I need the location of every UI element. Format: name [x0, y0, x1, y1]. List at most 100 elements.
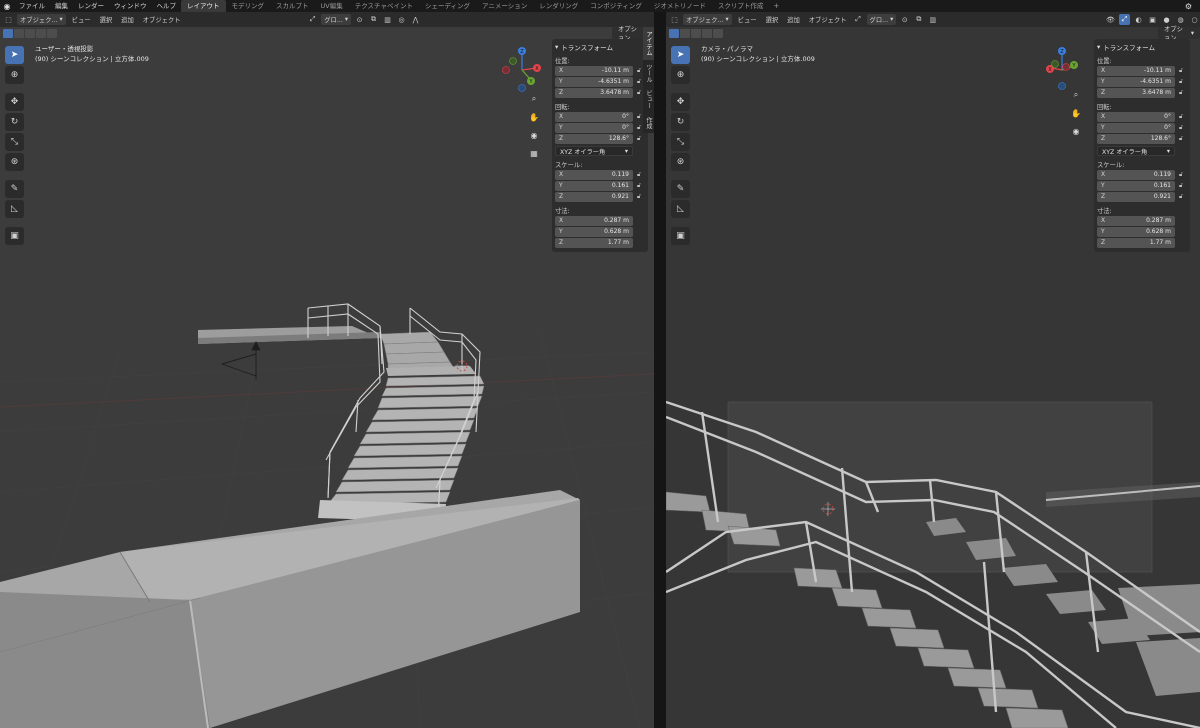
rotate-icon[interactable]: ↻ — [5, 113, 24, 131]
location-y-field[interactable]: Y -4.6351 m — [555, 76, 633, 87]
select-mode-invert-icon[interactable] — [36, 28, 46, 38]
falloff-icon[interactable]: ⋀ — [410, 14, 421, 25]
editor-type-icon[interactable]: ⬚ — [3, 14, 14, 25]
snap-icon[interactable]: ⧉ — [368, 14, 379, 25]
menu-select[interactable]: 選択 — [763, 15, 782, 24]
navigation-gizmo[interactable]: Z X Y — [498, 44, 546, 92]
navigation-gizmo[interactable]: Z Y X — [1038, 44, 1086, 92]
tab-modeling[interactable]: モデリング — [226, 0, 271, 12]
lock-icon[interactable]: 🔓︎ — [633, 135, 645, 143]
menu-edit[interactable]: 編集 — [50, 0, 73, 12]
select-mode-subtract-icon[interactable] — [691, 28, 701, 38]
tab-compositing[interactable]: コンポジティング — [584, 0, 648, 12]
menu-window[interactable]: ウィンドウ — [109, 0, 152, 12]
tab-layout[interactable]: レイアウト — [181, 0, 226, 12]
rotation-z-field[interactable]: Z 128.6° — [555, 133, 633, 144]
add-workspace-button[interactable]: + — [769, 2, 783, 10]
dimensions-y-field[interactable]: Y 0.628 m — [1097, 226, 1175, 237]
select-mode-extend-icon[interactable] — [680, 28, 690, 38]
viewport-right[interactable]: ⬚ オブジェク... ▾ ビュー 選択 追加 オブジェクト ⤢ グロ... ▾ … — [666, 12, 1200, 728]
transform-panel-header[interactable]: ▾ トランスフォーム — [555, 41, 645, 52]
scale-z-field[interactable]: Z 0.921 — [555, 191, 633, 202]
dimensions-z-field[interactable]: Z 1.77 m — [555, 237, 633, 248]
gizmo-toggle-icon[interactable]: ⤢ — [1119, 14, 1130, 25]
lock-icon[interactable]: 🔓︎ — [1175, 135, 1187, 143]
lock-icon[interactable]: 🔓︎ — [1175, 171, 1187, 179]
zoom-icon[interactable]: ⌕ — [1069, 88, 1083, 102]
rotate-icon[interactable]: ↻ — [671, 113, 690, 131]
add-cube-icon[interactable]: ▣ — [5, 227, 24, 245]
shading-rendered-icon[interactable]: ○ — [1189, 14, 1200, 25]
scale-y-field[interactable]: Y 0.161 — [555, 180, 633, 191]
menu-add[interactable]: 追加 — [784, 15, 803, 24]
lock-icon[interactable]: 🔓︎ — [1175, 113, 1187, 121]
menu-view[interactable]: ビュー — [735, 15, 760, 24]
pivot-icon[interactable]: ⊙ — [354, 14, 365, 25]
sidebar-tab-item[interactable]: アイテム — [643, 27, 654, 60]
blender-logo-icon[interactable]: ◉ — [0, 0, 14, 12]
lock-icon[interactable]: 🔓︎ — [633, 171, 645, 179]
transform-orientation-icon[interactable]: ⤢ — [307, 14, 318, 25]
proportional-edit-icon[interactable]: ◎ — [396, 14, 407, 25]
rotation-mode-dropdown[interactable]: XYZ オイラー角 ▾ — [1097, 146, 1175, 156]
mode-dropdown[interactable]: オブジェク... ▾ — [683, 14, 732, 25]
add-cube-icon[interactable]: ▣ — [671, 227, 690, 245]
tab-sculpt[interactable]: スカルプト — [270, 0, 315, 12]
menu-file[interactable]: ファイル — [14, 0, 50, 12]
select-mode-subtract-icon[interactable] — [25, 28, 35, 38]
move-icon[interactable]: ✥ — [671, 93, 690, 111]
tab-uv-editing[interactable]: UV編集 — [315, 0, 349, 12]
visibility-icon[interactable]: 👁︎ — [1105, 14, 1116, 25]
options-button[interactable]: オプション ▾ — [1158, 26, 1200, 42]
measure-icon[interactable]: ◺ — [5, 200, 24, 218]
overlay-icon[interactable]: ◐ — [1133, 14, 1144, 25]
lock-icon[interactable]: 🔓︎ — [633, 182, 645, 190]
tab-geometry-nodes[interactable]: ジオメトリノード — [648, 0, 712, 12]
scale-z-field[interactable]: Z 0.921 — [1097, 191, 1175, 202]
transform-panel-header[interactable]: ▾ トランスフォーム — [1097, 41, 1187, 52]
transform-icon[interactable]: ⊛ — [671, 153, 690, 171]
select-mode-new-icon[interactable] — [3, 28, 13, 38]
move-icon[interactable]: ✥ — [5, 93, 24, 111]
hand-pan-icon[interactable]: ✋ — [1069, 106, 1083, 120]
lock-icon[interactable]: 🔓︎ — [633, 193, 645, 201]
rotation-x-field[interactable]: X 0° — [555, 111, 633, 122]
select-mode-extend-icon[interactable] — [14, 28, 24, 38]
tab-texture-paint[interactable]: テクスチャペイント — [349, 0, 419, 12]
lock-icon[interactable]: 🔓︎ — [1175, 193, 1187, 201]
cursor-3d-icon[interactable]: ⊕ — [5, 66, 24, 84]
pivot-icon[interactable]: ⊙ — [899, 14, 910, 25]
xray-icon[interactable]: ▣ — [1147, 14, 1158, 25]
select-mode-invert-icon[interactable] — [702, 28, 712, 38]
dimensions-y-field[interactable]: Y 0.628 m — [555, 226, 633, 237]
sidebar-tab-create[interactable]: 作成 — [643, 113, 654, 133]
lock-icon[interactable]: 🔓︎ — [1175, 67, 1187, 75]
menu-object[interactable]: オブジェクト — [806, 15, 850, 24]
lock-icon[interactable]: 🔓︎ — [1175, 124, 1187, 132]
sidebar-tab-view[interactable]: ビュー — [643, 86, 654, 113]
sidebar-tab-tool[interactable]: ツール — [643, 60, 654, 87]
cursor-3d-icon[interactable]: ⊕ — [671, 66, 690, 84]
tab-animation[interactable]: アニメーション — [476, 0, 533, 12]
editor-divider[interactable] — [654, 12, 666, 728]
transform-icon[interactable]: ⊛ — [5, 153, 24, 171]
menu-help[interactable]: ヘルプ — [152, 0, 182, 12]
rotation-z-field[interactable]: Z 128.6° — [1097, 133, 1175, 144]
rotation-y-field[interactable]: Y 0° — [555, 122, 633, 133]
zoom-icon[interactable]: ⌕ — [527, 92, 541, 106]
scale-icon[interactable]: ⤡ — [5, 133, 24, 151]
grid-persp-icon[interactable]: ▦ — [527, 146, 541, 160]
lock-icon[interactable]: 🔓︎ — [1175, 182, 1187, 190]
camera-view-icon[interactable]: ◉ — [1069, 124, 1083, 138]
scene-selector-icon[interactable]: ⚙ — [1185, 2, 1192, 11]
menu-add[interactable]: 追加 — [118, 15, 137, 24]
select-mode-intersect-icon[interactable] — [713, 28, 723, 38]
transform-orientation-icon[interactable]: ⤢ — [853, 14, 864, 25]
select-mode-new-icon[interactable] — [669, 28, 679, 38]
rotation-x-field[interactable]: X 0° — [1097, 111, 1175, 122]
rotation-mode-dropdown[interactable]: XYZ オイラー角 ▾ — [555, 146, 633, 156]
menu-view[interactable]: ビュー — [69, 15, 94, 24]
snap-increment-icon[interactable]: ▥ — [927, 14, 938, 25]
annotate-icon[interactable]: ✎ — [671, 180, 690, 198]
menu-render[interactable]: レンダー — [73, 0, 109, 12]
